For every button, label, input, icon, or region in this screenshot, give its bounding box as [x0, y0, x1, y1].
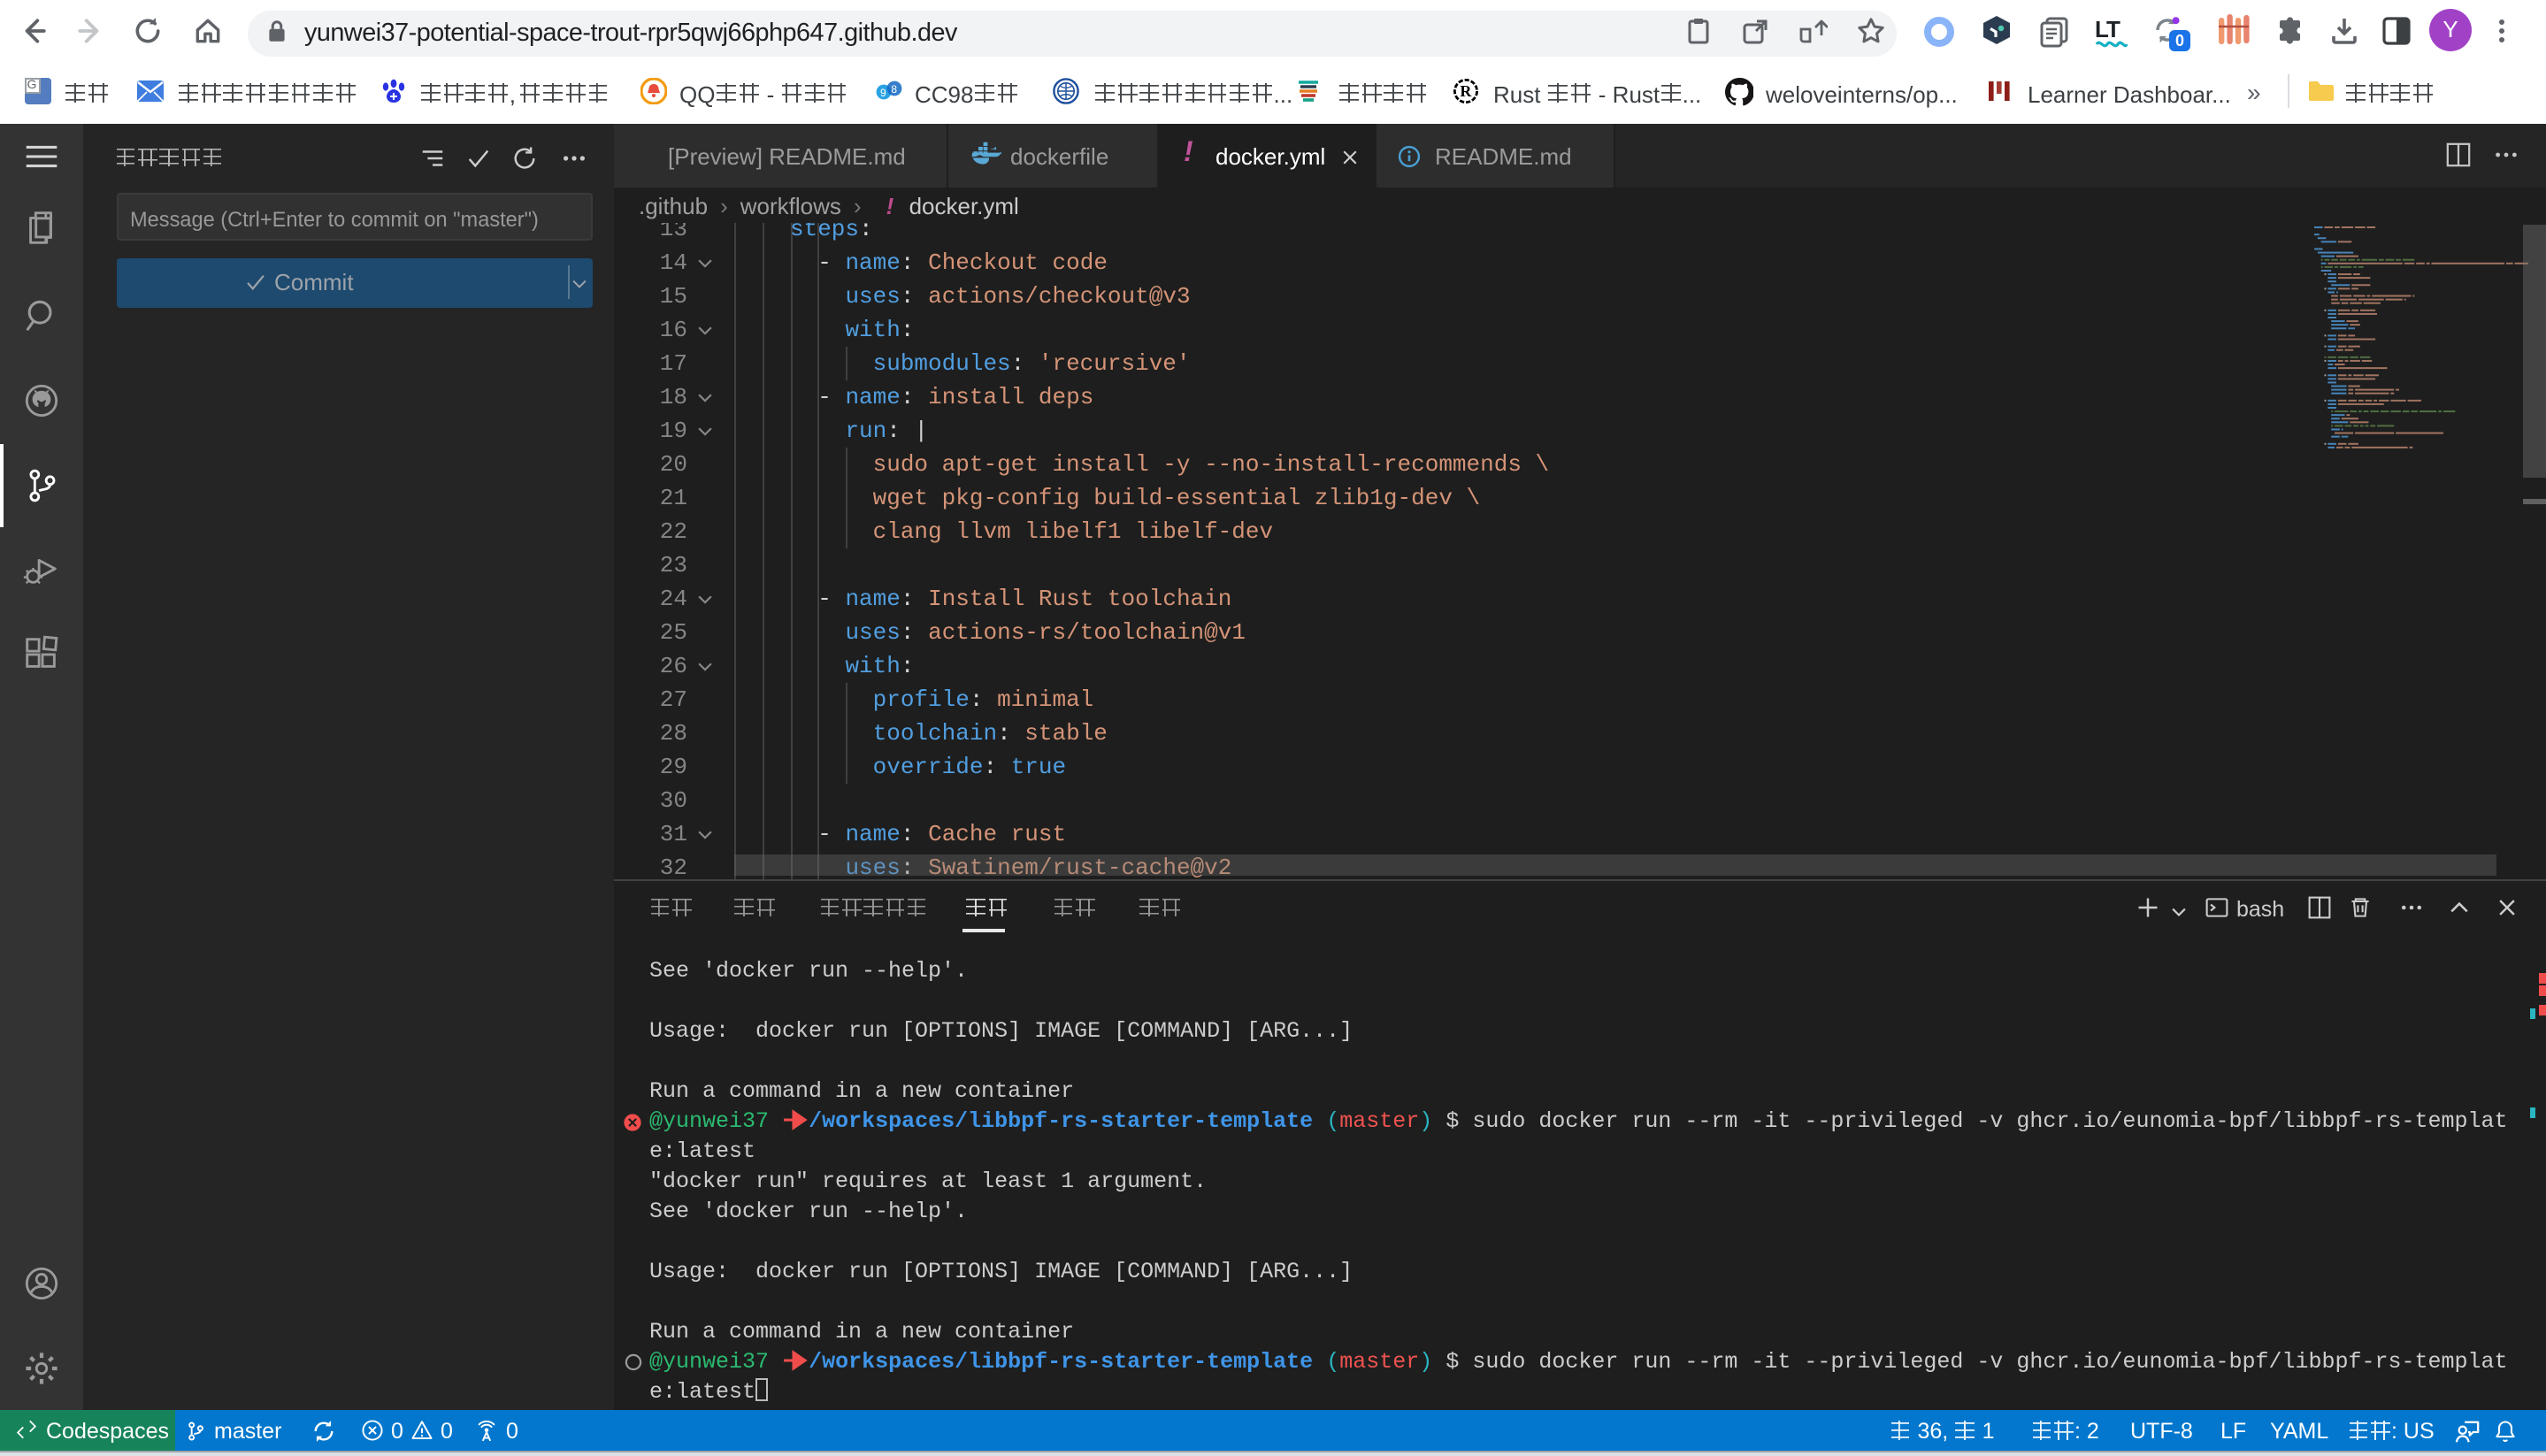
svg-text:9: 9 [880, 87, 886, 99]
svg-text:8: 8 [891, 83, 897, 96]
svg-text:R: R [1460, 82, 1472, 100]
